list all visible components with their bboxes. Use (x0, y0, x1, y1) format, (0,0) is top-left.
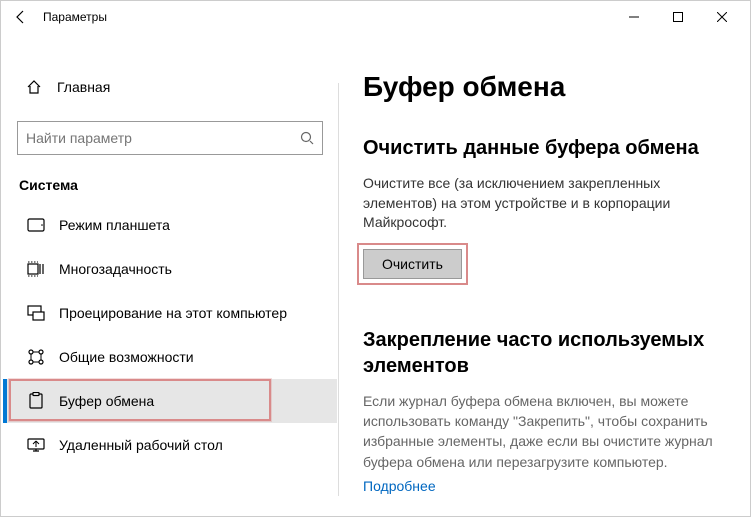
sidebar: Главная Система Режим планшета (1, 33, 339, 516)
clipboard-icon (27, 392, 45, 410)
sidebar-item-label: Проецирование на этот компьютер (59, 305, 287, 321)
sidebar-item-clipboard[interactable]: Буфер обмена (3, 379, 337, 423)
main-panel: Буфер обмена Очистить данные буфера обме… (339, 33, 750, 516)
maximize-button[interactable] (656, 1, 700, 33)
sidebar-item-remote-desktop[interactable]: Удаленный рабочий стол (3, 423, 337, 467)
shared-icon (27, 348, 45, 366)
multitasking-icon (27, 260, 45, 278)
page-title: Буфер обмена (363, 71, 724, 103)
sidebar-item-shared[interactable]: Общие возможности (3, 335, 337, 379)
sidebar-item-label: Режим планшета (59, 217, 170, 233)
clear-section-desc: Очистите все (за исключением закрепленны… (363, 174, 724, 233)
search-input[interactable] (26, 130, 300, 146)
content: Главная Система Режим планшета (1, 33, 750, 516)
more-link[interactable]: Подробнее (363, 478, 436, 494)
search-icon (300, 131, 314, 145)
remote-desktop-icon (27, 436, 45, 454)
close-button[interactable] (700, 1, 744, 33)
settings-window: Параметры Главная (0, 0, 751, 517)
sidebar-item-projecting[interactable]: Проецирование на этот компьютер (3, 291, 337, 335)
nav-list: Режим планшета Многозадачность Проециров… (3, 203, 337, 467)
home-label: Главная (57, 79, 110, 95)
sidebar-item-label: Общие возможности (59, 349, 194, 365)
tablet-icon (27, 216, 45, 234)
home-link[interactable]: Главная (17, 67, 323, 107)
project-icon (27, 304, 45, 322)
sidebar-item-tablet-mode[interactable]: Режим планшета (3, 203, 337, 247)
vertical-divider (338, 83, 339, 496)
category-heading: Система (17, 177, 323, 193)
minimize-button[interactable] (612, 1, 656, 33)
titlebar: Параметры (1, 1, 750, 33)
pin-section-desc: Если журнал буфера обмена включен, вы мо… (363, 391, 724, 472)
clear-button-wrap: Очистить (363, 249, 462, 279)
sidebar-item-label: Удаленный рабочий стол (59, 437, 223, 453)
pin-section-title: Закрепление часто используемых элементов (363, 327, 724, 379)
sidebar-item-label: Многозадачность (59, 261, 172, 277)
clear-section-title: Очистить данные буфера обмена (363, 137, 724, 160)
back-button[interactable] (7, 3, 35, 31)
home-icon (25, 78, 43, 96)
sidebar-item-label: Буфер обмена (59, 393, 154, 409)
sidebar-item-multitasking[interactable]: Многозадачность (3, 247, 337, 291)
clear-button[interactable]: Очистить (363, 249, 462, 279)
window-controls (612, 1, 744, 33)
window-title: Параметры (35, 10, 107, 24)
pin-section: Закрепление часто используемых элементов… (363, 327, 724, 496)
search-box[interactable] (17, 121, 323, 155)
